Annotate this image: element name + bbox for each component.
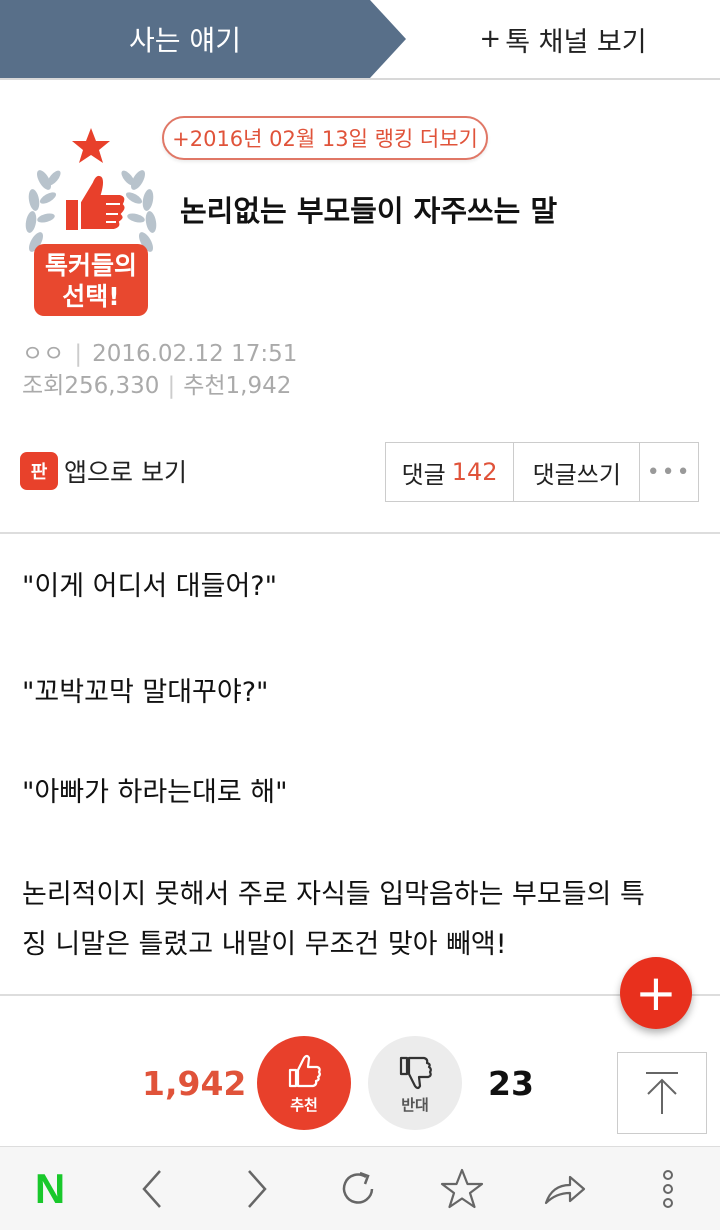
naver-home-button[interactable]: N xyxy=(10,1147,90,1230)
talkers-choice-label: 톡커들의 선택! xyxy=(34,244,148,316)
body-line-4a: 논리적이지 못해서 주로 자식들 입막음하는 부모들의 특 xyxy=(22,879,645,910)
thumbs-up-icon xyxy=(66,173,127,231)
tab-life-story-label: 사는 얘기 xyxy=(129,24,241,57)
more-vertical-icon xyxy=(663,1170,673,1208)
write-comment-button[interactable]: 댓글쓰기 xyxy=(514,443,641,501)
tab-view-talk-channels-label: 톡 채널 보기 xyxy=(505,26,647,58)
channel-tab-bar: 사는 얘기 + 톡 채널 보기 xyxy=(0,0,720,80)
author-name[interactable]: ㅇㅇ xyxy=(22,341,64,367)
body-line-2: "꼬박꼬막 말대꾸야?" xyxy=(22,677,269,708)
talkers-choice-badge: 톡커들의 선택! xyxy=(22,122,160,318)
pann-app-icon: 판 xyxy=(20,452,58,490)
upvote-label: 추천 xyxy=(290,1095,318,1114)
views-label: 조회 xyxy=(22,373,65,399)
divider xyxy=(0,532,720,534)
open-in-app-link[interactable]: 판 앱으로 보기 xyxy=(20,452,187,490)
views-count: 256,330 xyxy=(64,373,160,399)
refresh-button[interactable] xyxy=(318,1147,398,1230)
post-title: 논리없는 부모들이 자주쓰는 말 xyxy=(180,194,558,228)
thumbs-down-icon xyxy=(399,1056,432,1089)
plus-icon: + xyxy=(635,964,677,1022)
downvote-button[interactable]: 반대 xyxy=(368,1036,462,1130)
back-button[interactable] xyxy=(113,1147,193,1230)
forward-button[interactable] xyxy=(216,1147,296,1230)
back-icon xyxy=(142,1170,161,1208)
more-options-button[interactable]: ••• xyxy=(640,443,698,501)
upvote-count: 1,942 xyxy=(142,1064,247,1103)
post-meta-stats: 조회256,330 | 추천1,942 xyxy=(22,373,292,399)
comment-button-group: 댓글 142 댓글쓰기 ••• xyxy=(385,442,699,502)
ranking-more-link[interactable]: +2016년 02월 13일 랭킹 더보기 xyxy=(162,116,488,160)
tab-view-talk-channels[interactable]: + 톡 채널 보기 xyxy=(406,0,720,78)
bookmark-button[interactable] xyxy=(422,1147,502,1230)
upvote-button[interactable]: 추천 xyxy=(257,1036,351,1130)
share-icon xyxy=(544,1175,586,1205)
downvote-label: 반대 xyxy=(401,1095,429,1114)
tab-arrow-decoration xyxy=(370,0,406,78)
forward-icon xyxy=(248,1170,267,1208)
naver-logo: N xyxy=(34,1165,66,1212)
star-icon xyxy=(72,128,110,163)
browser-bottom-navbar: N xyxy=(0,1146,720,1230)
body-line-4b: 징 니말은 틀렸고 내말이 무조건 맞아 빼액! xyxy=(22,929,507,960)
post-meta-author-date: ㅇㅇ | 2016.02.12 17:51 xyxy=(22,341,298,367)
refresh-icon xyxy=(342,1171,374,1204)
body-paragraph-4: 논리적이지 못해서 주로 자식들 입막음하는 부모들의 특 징 니말은 틀렸고 … xyxy=(22,870,702,970)
arrow-up-to-top-icon xyxy=(646,1072,678,1114)
comments-label: 댓글 xyxy=(401,460,446,489)
recommend-count: 1,942 xyxy=(225,373,292,399)
bookmark-star-icon xyxy=(440,1168,484,1209)
comments-button[interactable]: 댓글 142 xyxy=(386,443,515,501)
tab-life-story[interactable]: 사는 얘기 xyxy=(0,0,370,78)
comments-count: 142 xyxy=(451,458,498,486)
divider xyxy=(0,994,720,996)
downvote-count: 23 xyxy=(488,1064,534,1103)
open-in-app-label: 앱으로 보기 xyxy=(64,458,187,487)
share-button[interactable] xyxy=(525,1147,605,1230)
badge-line2: 선택! xyxy=(62,282,120,311)
badge-line1: 톡커들의 xyxy=(44,251,137,280)
scroll-to-top-button[interactable] xyxy=(617,1052,707,1134)
thumbs-up-icon xyxy=(288,1054,321,1087)
floating-add-button[interactable]: + xyxy=(620,957,692,1029)
body-line-3: "아빠가 하라는대로 해" xyxy=(22,777,288,808)
recommend-label: 추천 xyxy=(183,373,226,399)
plus-icon: + xyxy=(479,24,502,54)
more-menu-button[interactable] xyxy=(628,1147,708,1230)
post-datetime: 2016.02.12 17:51 xyxy=(92,341,298,367)
body-line-1: "이게 어디서 대들어?" xyxy=(22,571,278,602)
